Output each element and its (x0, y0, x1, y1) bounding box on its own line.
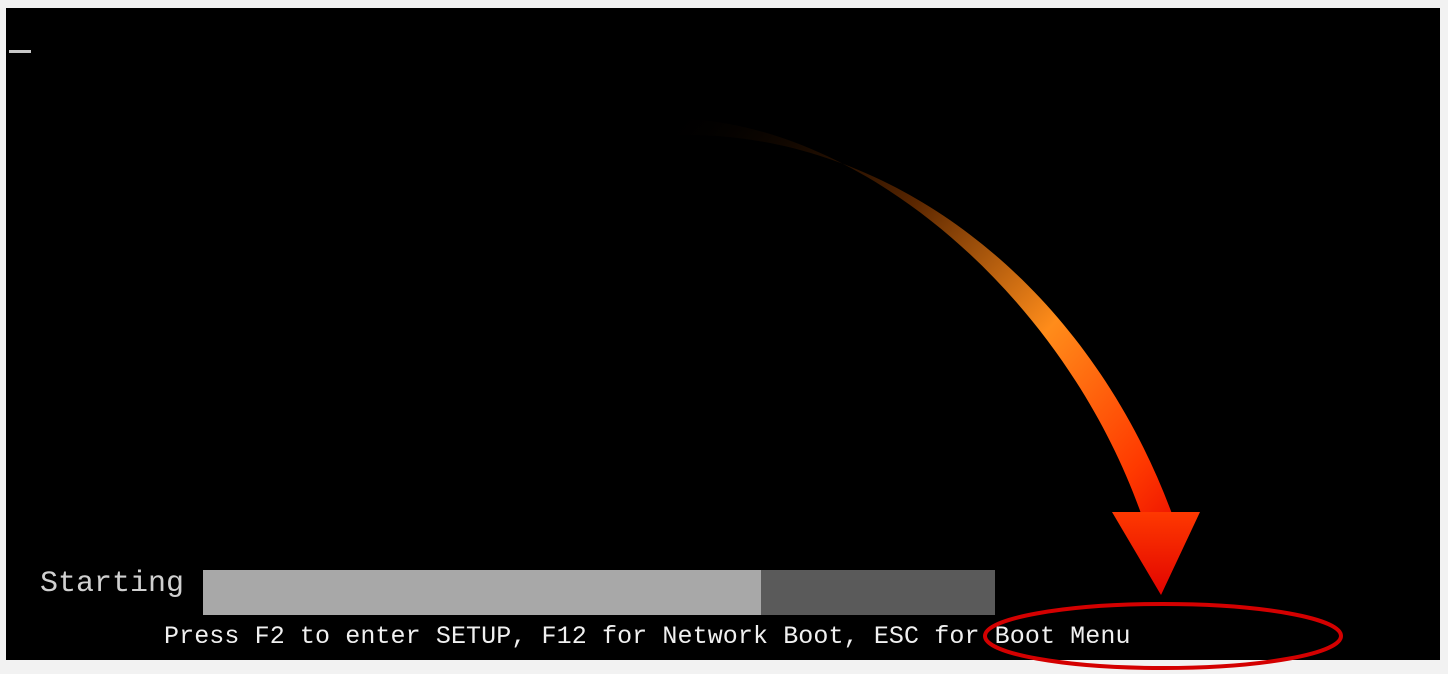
screenshot-frame: Starting Press F2 to enter SETUP, F12 fo… (0, 0, 1448, 674)
boot-progress-fill (203, 570, 762, 615)
boot-progress-bar (203, 570, 995, 615)
boot-key-prompt: Press F2 to enter SETUP, F12 for Network… (164, 620, 1131, 654)
prompt-esc-boot-menu: ESC for Boot Menu (873, 622, 1131, 651)
status-label: Starting (40, 567, 185, 601)
text-cursor (9, 50, 31, 53)
prompt-text: Press F2 to enter SETUP, F12 for Network… (164, 622, 874, 651)
boot-screen: Starting Press F2 to enter SETUP, F12 fo… (6, 8, 1440, 660)
